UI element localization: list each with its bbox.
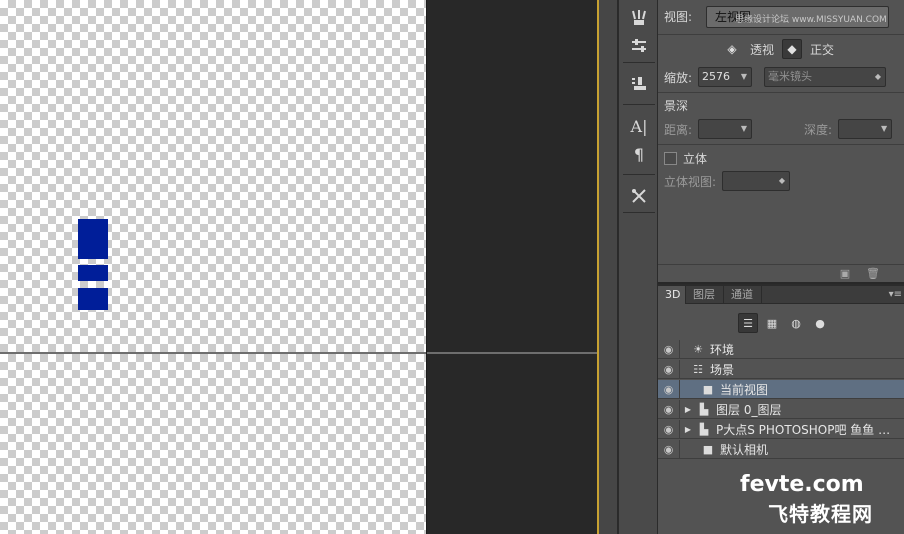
stereo-checkbox[interactable] bbox=[664, 152, 677, 165]
lens-dropdown[interactable]: 毫米镜头 ◆ bbox=[764, 67, 887, 87]
clone-stamp-icon[interactable] bbox=[626, 72, 652, 96]
trash-icon[interactable]: 🗑 bbox=[866, 267, 880, 280]
tab-layers[interactable]: 图层 bbox=[686, 286, 724, 304]
dof-row: 距离: ▼ 深度: ▼ bbox=[664, 119, 893, 139]
brushes-icon[interactable] bbox=[626, 6, 652, 30]
lens-value: 毫米镜头 bbox=[768, 70, 813, 83]
document-canvas[interactable] bbox=[0, 0, 426, 352]
character-icon[interactable]: A| bbox=[626, 114, 652, 138]
whole-scene-icon[interactable]: ☰ bbox=[738, 313, 758, 333]
stereo-row: 立体 bbox=[664, 150, 707, 167]
tool-presets-icon[interactable] bbox=[626, 184, 652, 208]
visibility-eye-icon[interactable]: ◉ bbox=[658, 359, 680, 379]
watermark-domain: fevte.com bbox=[740, 472, 864, 497]
distance-input[interactable]: ▼ bbox=[698, 119, 753, 139]
site-logo-watermark: fevte.com 飞特教程网 bbox=[740, 472, 900, 528]
projection-row: ◈ 透视 ◆ 正交 bbox=[722, 39, 834, 59]
panel-tabs: 3D 图层 通道 ▾≡ bbox=[658, 286, 904, 304]
orthographic-icon[interactable]: ◆ bbox=[782, 39, 803, 59]
perspective-label: 透视 bbox=[750, 42, 775, 57]
paragraph-icon[interactable]: ¶ bbox=[626, 142, 652, 166]
adjustments-icon[interactable] bbox=[626, 34, 652, 58]
pasteboard-area-lower bbox=[426, 354, 598, 534]
updown-icon: ◆ bbox=[778, 176, 786, 185]
properties-panel: 视图: 左视图 思缘设计论坛 www.MISSYUAN.COM ◈ 透视 ◆ 正… bbox=[658, 0, 904, 282]
layer-name: P大点S PHOTOSHOP吧 鱼鱼 an... bbox=[716, 422, 896, 437]
blue-shape-middle bbox=[78, 265, 108, 281]
stereo-view-row: 立体视图: ◆ bbox=[664, 171, 791, 191]
visibility-eye-icon[interactable]: ◉ bbox=[658, 399, 680, 419]
pasteboard-area bbox=[426, 0, 598, 352]
visibility-eye-icon[interactable]: ◉ bbox=[658, 379, 680, 399]
zoom-row: 缩放: 2576 ▼ 毫米镜头 ◆ bbox=[664, 67, 887, 87]
stereo-view-label: 立体视图: bbox=[664, 174, 717, 189]
layer-name: 默认相机 bbox=[720, 442, 769, 457]
lights-icon[interactable]: ● bbox=[810, 313, 830, 333]
canvas-edge bbox=[426, 0, 427, 534]
watermark-name: 飞特教程网 bbox=[768, 502, 873, 526]
chevron-down-icon: ▼ bbox=[740, 72, 748, 81]
chevron-down-icon: ▼ bbox=[880, 124, 888, 133]
stereo-view-dropdown[interactable]: ◆ bbox=[722, 171, 791, 191]
layer-name: 当前视图 bbox=[720, 382, 769, 397]
view-label: 视图: bbox=[664, 10, 693, 24]
expand-triangle-icon[interactable]: ▶ bbox=[680, 425, 696, 434]
distance-label: 距离: bbox=[664, 122, 693, 137]
dof-heading: 景深 bbox=[664, 99, 689, 113]
zoom-input[interactable]: 2576 ▼ bbox=[698, 67, 753, 87]
blue-shape-top bbox=[78, 219, 108, 259]
depth-input[interactable]: ▼ bbox=[838, 119, 893, 139]
meshes-icon[interactable]: ▦ bbox=[762, 313, 782, 333]
layer-name: 图层 0_图层 bbox=[716, 402, 782, 417]
layer-row-layer0[interactable]: ◉ ▶ ▙ 图层 0_图层 bbox=[658, 399, 904, 419]
site-watermark: 思缘设计论坛 www.MISSYUAN.COM bbox=[735, 15, 887, 25]
view-row: 视图: bbox=[664, 8, 692, 25]
environment-icon: ☀ bbox=[693, 342, 703, 356]
materials-icon[interactable]: ◍ bbox=[786, 313, 806, 333]
layer-row-environment[interactable]: ◉ ☀ 环境 bbox=[658, 339, 904, 359]
properties-footer: ▣ 🗑 bbox=[658, 264, 904, 282]
expand-triangle-icon[interactable]: ▶ bbox=[680, 405, 696, 414]
depth-label: 深度: bbox=[804, 122, 833, 137]
orthographic-label: 正交 bbox=[810, 42, 835, 57]
layer-row-text-layer[interactable]: ◉ ▶ ▙ P大点S PHOTOSHOP吧 鱼鱼 an... bbox=[658, 419, 904, 439]
horizontal-guide[interactable] bbox=[0, 352, 598, 354]
layer-name: 环境 bbox=[710, 342, 735, 357]
folder-icon: ▙ bbox=[699, 402, 709, 416]
stereo-label: 立体 bbox=[683, 152, 708, 166]
folder-icon: ▙ bbox=[699, 422, 709, 436]
camera-icon: ■ bbox=[702, 442, 714, 456]
view-mode-icon[interactable]: ▣ bbox=[838, 267, 852, 280]
panel-gutter bbox=[599, 0, 618, 534]
visibility-eye-icon[interactable]: ◉ bbox=[658, 419, 680, 439]
scene-icon: ☷ bbox=[693, 362, 703, 376]
layer-row-current-view[interactable]: ◉ ■ 当前视图 bbox=[658, 379, 904, 399]
3d-filter-bar: ☰ ▦ ◍ ● bbox=[658, 306, 904, 338]
updown-icon: ◆ bbox=[874, 72, 882, 81]
visibility-eye-icon[interactable]: ◉ bbox=[658, 439, 680, 459]
layer-row-scene[interactable]: ◉ ☷ 场景 bbox=[658, 359, 904, 379]
dof-heading-row: 景深 bbox=[664, 97, 688, 114]
camera-icon: ■ bbox=[702, 382, 714, 396]
chevron-down-icon: ▼ bbox=[740, 124, 748, 133]
panel-menu-icon[interactable]: ▾≡ bbox=[889, 289, 902, 300]
tab-channels[interactable]: 通道 bbox=[724, 286, 762, 304]
document-canvas-lower[interactable] bbox=[0, 354, 426, 534]
layer-row-default-camera[interactable]: ◉ ■ 默认相机 bbox=[658, 439, 904, 459]
perspective-icon[interactable]: ◈ bbox=[722, 39, 742, 59]
zoom-label: 缩放: bbox=[664, 70, 693, 85]
layer-name: 场景 bbox=[710, 362, 735, 377]
zoom-value: 2576 bbox=[702, 70, 731, 83]
tab-3d[interactable]: 3D bbox=[658, 286, 686, 304]
visibility-eye-icon[interactable]: ◉ bbox=[658, 339, 680, 359]
blue-shape-bottom bbox=[78, 288, 108, 310]
panel-icon-strip: A| ¶ bbox=[618, 0, 658, 534]
